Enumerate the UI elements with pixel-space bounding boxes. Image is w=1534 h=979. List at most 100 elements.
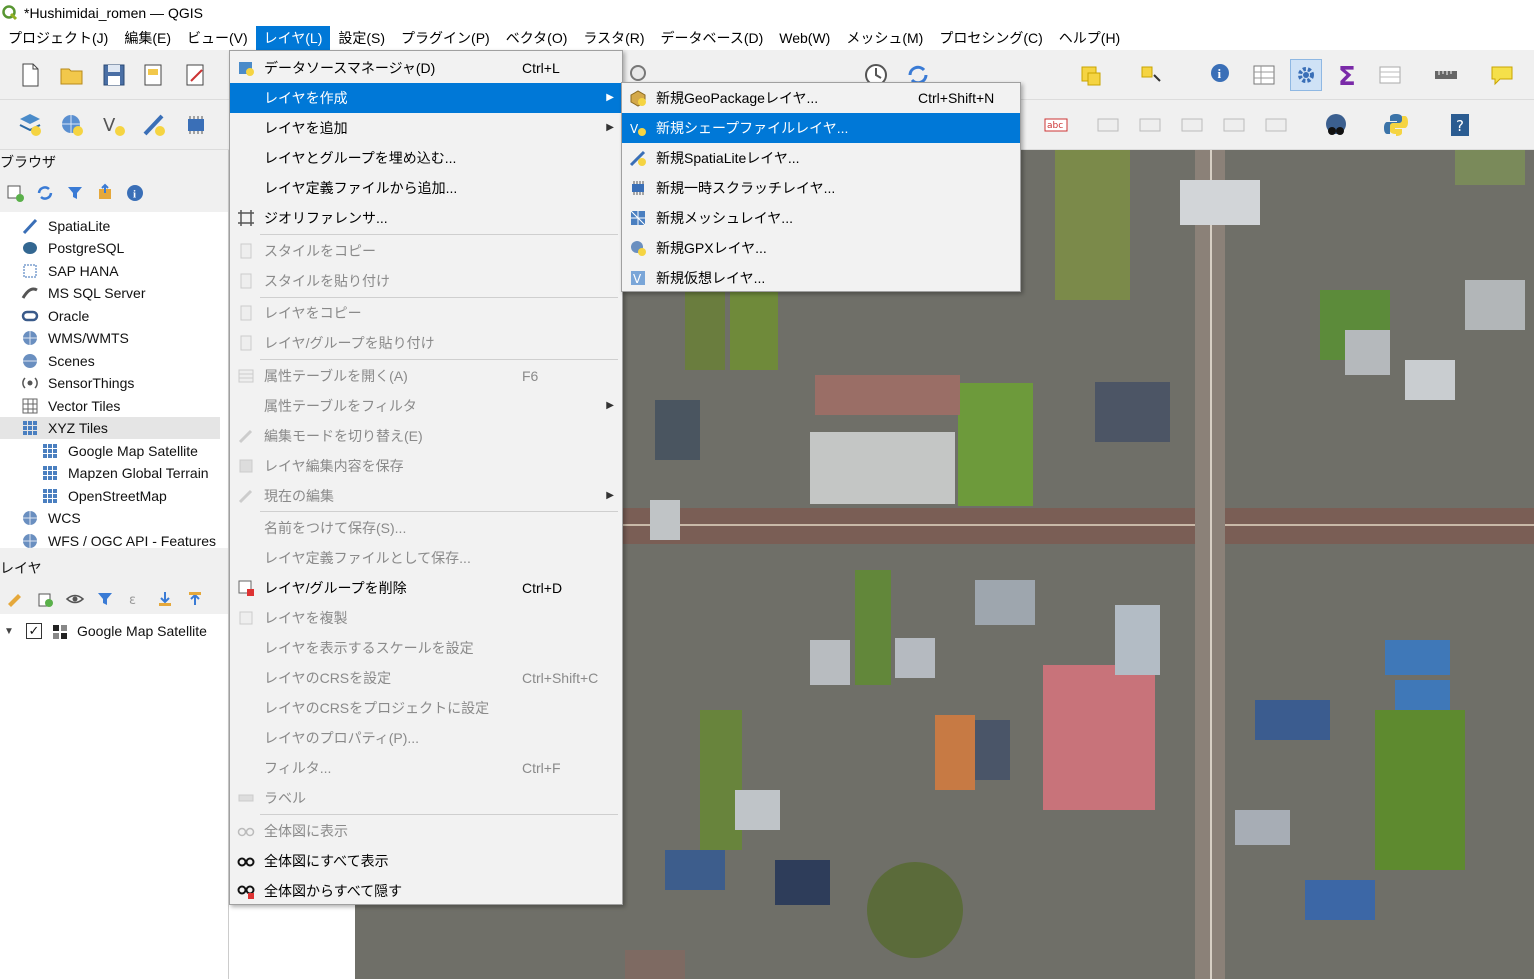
menu-item-data-source-manager[interactable]: データソースマネージャ(D) Ctrl+L — [230, 53, 622, 83]
browser-filter-icon[interactable] — [60, 178, 90, 208]
filter-expression-icon[interactable]: ε — [120, 584, 150, 614]
menu-settings[interactable]: 設定(S) — [330, 26, 393, 50]
menu-item-new-virtual[interactable]: V 新規仮想レイヤ... — [622, 263, 1020, 293]
menu-item-labeling[interactable]: ラベル — [230, 783, 622, 813]
browser-item-google-map-satellite[interactable]: Google Map Satellite — [40, 440, 198, 462]
menu-item-hide-all-from-overview[interactable]: 全体図からすべて隠す — [230, 876, 622, 906]
expand-all-icon[interactable] — [150, 584, 180, 614]
layout-manager-icon[interactable] — [180, 59, 212, 91]
browser-item-oracle[interactable]: Oracle — [20, 305, 89, 327]
menu-item-create-layer[interactable]: レイヤを作成 ▶ — [230, 83, 622, 113]
add-spatialite-icon[interactable] — [138, 109, 170, 141]
menu-item-new-shapefile[interactable]: V 新規シェープファイルレイヤ... — [622, 113, 1020, 143]
menu-item-copy-style[interactable]: スタイルをコピー — [230, 236, 622, 266]
browser-item-vector-tiles[interactable]: Vector Tiles — [20, 395, 120, 417]
select-features-icon[interactable] — [1076, 59, 1108, 91]
label-rotate-icon[interactable] — [1218, 109, 1250, 141]
select-location-icon[interactable] — [1134, 59, 1166, 91]
browser-item-spatialite[interactable]: SpatiaLite — [20, 215, 110, 237]
browser-item-wms[interactable]: WMS/WMTS — [20, 327, 129, 349]
menu-item-add-from-definition[interactable]: レイヤ定義ファイルから追加... — [230, 173, 622, 203]
add-group-icon[interactable] — [30, 584, 60, 614]
menu-project[interactable]: プロジェクト(J) — [0, 26, 116, 50]
menu-item-embed-layers[interactable]: レイヤとグループを埋め込む... — [230, 143, 622, 173]
menu-item-show-in-overview[interactable]: 全体図に表示 — [230, 816, 622, 846]
menu-item-set-project-crs[interactable]: レイヤのCRSをプロジェクトに設定 — [230, 693, 622, 723]
open-project-icon[interactable] — [56, 59, 88, 91]
identify-icon[interactable]: i — [1206, 59, 1238, 91]
layer-expand-icon[interactable]: ▼ — [4, 626, 14, 637]
menu-help[interactable]: ヘルプ(H) — [1051, 26, 1128, 50]
menu-item-georeferencer[interactable]: ジオリファレンサ... — [230, 203, 622, 233]
menu-item-new-spatialite[interactable]: 新規SpatiaLiteレイヤ... — [622, 143, 1020, 173]
menu-layer[interactable]: レイヤ(L) — [255, 26, 331, 50]
layer-item-google-map-satellite[interactable]: Google Map Satellite — [77, 623, 207, 639]
properties-info-icon[interactable]: i — [120, 178, 150, 208]
menu-item-save-as-definition[interactable]: レイヤ定義ファイルとして保存... — [230, 543, 622, 573]
add-selected-icon[interactable] — [0, 178, 30, 208]
label-abc-icon[interactable]: abc — [1040, 109, 1072, 141]
collapse-all-layers-icon[interactable] — [180, 584, 210, 614]
menu-mesh[interactable]: メッシュ(M) — [838, 26, 931, 50]
menu-item-new-mesh[interactable]: 新規メッシュレイヤ... — [622, 203, 1020, 233]
new-print-layout-icon[interactable] — [138, 59, 170, 91]
visibility-eye-icon[interactable] — [60, 584, 90, 614]
settings-gear-icon[interactable] — [1290, 59, 1322, 91]
add-scratch-icon[interactable] — [180, 109, 212, 141]
python-console-icon[interactable] — [1380, 109, 1412, 141]
layer-visibility-checkbox[interactable]: ✓ — [26, 623, 42, 639]
menu-view[interactable]: ビュー(V) — [179, 26, 256, 50]
menu-item-new-scratch[interactable]: 新規一時スクラッチレイヤ... — [622, 173, 1020, 203]
label-change-icon[interactable] — [1260, 109, 1292, 141]
browser-refresh-icon[interactable] — [30, 178, 60, 208]
browser-item-postgresql[interactable]: PostgreSQL — [20, 237, 124, 259]
menu-item-show-all-in-overview[interactable]: 全体図にすべて表示 — [230, 846, 622, 876]
browser-item-sap-hana[interactable]: SAP HANA — [20, 260, 119, 282]
menu-item-current-edits[interactable]: 現在の編集 ▶ — [230, 481, 622, 511]
menu-item-open-attribute-table[interactable]: 属性テーブルを開く(A) F6 — [230, 361, 622, 391]
add-layer-icon[interactable] — [14, 109, 46, 141]
menu-item-layer-properties[interactable]: レイヤのプロパティ(P)... — [230, 723, 622, 753]
label-move-icon[interactable] — [1176, 109, 1208, 141]
label-pin-icon[interactable] — [1092, 109, 1124, 141]
menu-item-save-as[interactable]: 名前をつけて保存(S)... — [230, 513, 622, 543]
label-show-icon[interactable] — [1134, 109, 1166, 141]
menu-item-set-layer-crs[interactable]: レイヤのCRSを設定 Ctrl+Shift+C — [230, 663, 622, 693]
menu-database[interactable]: データベース(D) — [653, 26, 772, 50]
menu-edit[interactable]: 編集(E) — [116, 26, 179, 50]
menu-item-paste-layer[interactable]: レイヤ/グループを貼り付け — [230, 328, 622, 358]
menu-processing[interactable]: プロセシング(C) — [931, 26, 1050, 50]
save-project-icon[interactable] — [98, 59, 130, 91]
menu-plugins[interactable]: プラグイン(P) — [393, 26, 498, 50]
statistics-sigma-icon[interactable]: Σ — [1332, 59, 1364, 91]
help-icon[interactable]: ? — [1444, 109, 1476, 141]
add-wms-icon[interactable] — [56, 109, 88, 141]
table-icon[interactable] — [1374, 59, 1406, 91]
menu-item-toggle-editing[interactable]: 編集モードを切り替え(E) — [230, 421, 622, 451]
style-paint-icon[interactable] — [0, 584, 30, 614]
browser-item-openstreetmap[interactable]: OpenStreetMap — [40, 485, 167, 507]
browser-item-mapzen[interactable]: Mapzen Global Terrain — [40, 462, 209, 484]
browser-item-mssql[interactable]: MS SQL Server — [20, 282, 146, 304]
browser-item-sensorthings[interactable]: SensorThings — [20, 372, 134, 394]
menu-item-filter[interactable]: フィルタ... Ctrl+F — [230, 753, 622, 783]
menu-item-filter-attribute-table[interactable]: 属性テーブルをフィルタ ▶ — [230, 391, 622, 421]
menu-item-new-geopackage[interactable]: 新規GeoPackageレイヤ... Ctrl+Shift+N — [622, 83, 1020, 113]
add-vector-icon[interactable]: V — [98, 109, 130, 141]
menu-raster[interactable]: ラスタ(R) — [575, 26, 652, 50]
menu-item-remove-layer[interactable]: レイヤ/グループを削除 Ctrl+D — [230, 573, 622, 603]
browser-item-xyz-tiles[interactable]: XYZ Tiles — [0, 417, 220, 439]
attribute-table-icon[interactable] — [1248, 59, 1280, 91]
collapse-all-icon[interactable] — [90, 178, 120, 208]
browser-item-wcs[interactable]: WCS — [20, 507, 81, 529]
menu-item-copy-layer[interactable]: レイヤをコピー — [230, 298, 622, 328]
browser-item-wfs[interactable]: WFS / OGC API - Features — [20, 530, 216, 548]
new-project-icon[interactable] — [14, 59, 46, 91]
map-tips-icon[interactable] — [1486, 59, 1518, 91]
menu-item-set-scale-visibility[interactable]: レイヤを表示するスケールを設定 — [230, 633, 622, 663]
menu-item-add-layer[interactable]: レイヤを追加 ▶ — [230, 113, 622, 143]
menu-item-duplicate-layer[interactable]: レイヤを複製 — [230, 603, 622, 633]
measure-ruler-icon[interactable] — [1430, 59, 1462, 91]
menu-vector[interactable]: ベクタ(O) — [498, 26, 576, 50]
menu-web[interactable]: Web(W) — [771, 26, 838, 50]
